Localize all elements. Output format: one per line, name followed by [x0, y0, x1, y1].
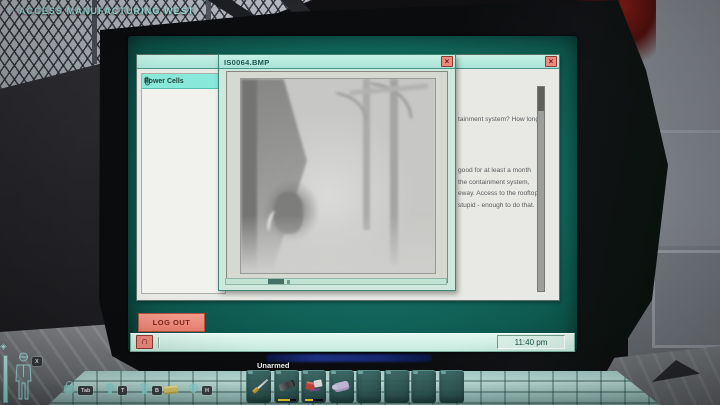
- hotbar-slot-2[interactable]: [274, 370, 299, 403]
- attachment-item-power-cells[interactable]: Power Cells: [142, 74, 225, 89]
- hotbar-slot-3[interactable]: [301, 370, 326, 403]
- player-figure-icon: [13, 351, 34, 403]
- taskbar-divider: [158, 337, 159, 348]
- key-badge-tab: Tab: [78, 386, 93, 395]
- person-icon: [140, 383, 148, 387]
- taskbar-clock: 11:40 pm: [497, 335, 565, 349]
- multimeter-icon: [305, 380, 324, 393]
- image-viewer-title: IS0064.BMP: [224, 58, 270, 67]
- photo-floor-fade: [241, 215, 435, 273]
- arch-logo-icon: ∩: [7, 5, 15, 16]
- hotbar-slot-5[interactable]: [356, 370, 381, 403]
- screwdriver-icon: [252, 378, 269, 394]
- hotbar-slot-4[interactable]: [329, 370, 354, 403]
- image-scrollbar[interactable]: [225, 278, 447, 285]
- selected-item-label: Unarmed: [257, 361, 290, 370]
- hotbar: [246, 370, 464, 403]
- image-scrollbar-notch: [287, 280, 290, 284]
- image-viewer-window[interactable]: IS0064.BMP ×: [218, 54, 456, 291]
- close-icon[interactable]: ×: [545, 56, 557, 67]
- gem-icon: ◈: [0, 341, 7, 352]
- stamina-bar: [3, 355, 8, 403]
- door-frame: [652, 250, 720, 348]
- mail-scrollbar[interactable]: [537, 86, 545, 292]
- mail-body-line: good for at least a month: [458, 165, 538, 177]
- key-badge-t: T: [118, 386, 127, 395]
- laptop-hinge-glow: [266, 354, 432, 362]
- photo-content: [241, 79, 435, 273]
- flashlight-icon: [278, 379, 295, 391]
- hotbar-slot-6[interactable]: [384, 370, 409, 403]
- gloves-icon: [333, 380, 350, 392]
- image-scrollbar-thumb[interactable]: [268, 279, 284, 284]
- bag-icon: [64, 385, 74, 393]
- attachment-item-label: Power Cells: [144, 78, 184, 85]
- game-screenshot: × Power Cells tainment system? How long …: [0, 0, 720, 405]
- taskbar: ∩ 11:40 pm: [130, 333, 575, 352]
- laptop-screen[interactable]: × Power Cells tainment system? How long …: [128, 36, 577, 352]
- durability-bar: [305, 399, 323, 402]
- mail-scrollbar-thumb[interactable]: [538, 87, 544, 111]
- hotbar-slot-7[interactable]: [411, 370, 436, 403]
- log-out-button[interactable]: LOG OUT: [138, 313, 205, 332]
- start-logo-button[interactable]: ∩: [136, 335, 153, 349]
- mail-body-line: the containment system,: [458, 177, 538, 189]
- hotbar-slot-8[interactable]: [439, 370, 464, 403]
- mail-body-line: eway. Access to the rooftops: [458, 188, 538, 200]
- mail-body-line: tainment system? How long: [458, 116, 538, 123]
- bell-icon: [106, 383, 114, 391]
- mail-body-line: stupid - enough to do that.: [458, 200, 538, 212]
- durability-bar: [278, 399, 296, 402]
- mail-body-paragraph: good for at least a month the containmen…: [458, 165, 538, 211]
- photo-is0064: [240, 78, 436, 274]
- card-icon: [164, 385, 179, 394]
- image-viewer-titlebar[interactable]: IS0064.BMP ×: [219, 55, 455, 69]
- key-badge-h: H: [202, 386, 212, 395]
- location-banner: ∩ ACCESS MANUFACTURING WEST: [7, 5, 194, 16]
- attachment-list[interactable]: Power Cells: [141, 73, 226, 294]
- photo-frame: [226, 71, 448, 283]
- location-banner-text: ACCESS MANUFACTURING WEST: [19, 6, 195, 16]
- hotbar-slot-1[interactable]: [246, 370, 271, 403]
- key-badge-b: B: [152, 386, 162, 395]
- close-icon[interactable]: ×: [441, 56, 453, 67]
- key-badge-x: X: [32, 357, 42, 366]
